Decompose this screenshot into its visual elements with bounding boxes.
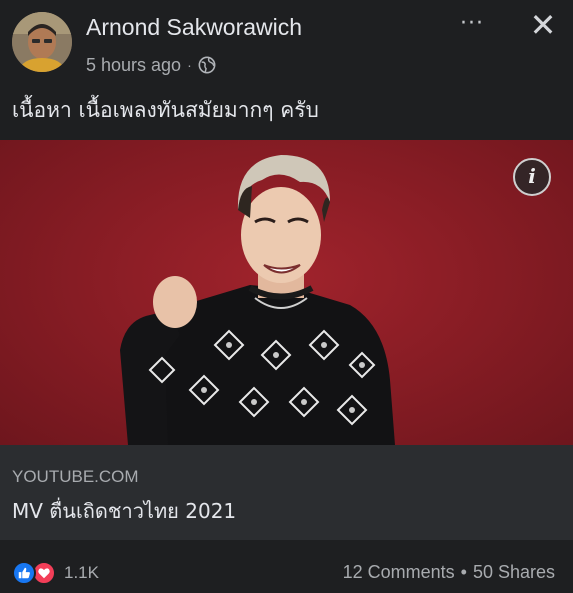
post-header: Arnond Sakworawich 5 hours ago · ··· ✕ xyxy=(0,0,573,90)
link-preview-box[interactable]: YOUTUBE.COM MV ตื่นเถิดชาวไทย 2021 xyxy=(0,445,573,540)
like-icon xyxy=(12,561,36,585)
post-time[interactable]: 5 hours ago xyxy=(86,55,181,76)
more-options-button[interactable]: ··· xyxy=(452,10,492,40)
reaction-count: 1.1K xyxy=(64,563,99,582)
post-footer: 1.1K 12 Comments • 50 Shares xyxy=(0,540,573,593)
avatar-image xyxy=(12,12,72,72)
shares-count[interactable]: 50 Shares xyxy=(473,562,555,582)
stats-separator: • xyxy=(460,562,467,582)
comments-count[interactable]: 12 Comments xyxy=(343,562,455,582)
close-button[interactable]: ✕ xyxy=(523,6,563,46)
link-title[interactable]: MV ตื่นเถิดชาวไทย 2021 xyxy=(12,495,236,527)
post-meta: 5 hours ago · xyxy=(86,52,216,78)
avatar[interactable] xyxy=(12,12,72,72)
preview-photo xyxy=(120,155,395,445)
facebook-post: Arnond Sakworawich 5 hours ago · ··· ✕ เ… xyxy=(0,0,573,593)
meta-separator: · xyxy=(187,57,192,73)
link-preview-image[interactable] xyxy=(0,140,573,445)
globe-icon[interactable] xyxy=(198,56,216,74)
engagement-stats: 12 Comments • 50 Shares xyxy=(343,562,555,583)
reactions-summary[interactable]: 1.1K xyxy=(12,560,99,586)
post-caption: เนื้อหา เนื้อเพลงทันสมัยมากๆ ครับ xyxy=(12,98,319,122)
link-domain: YOUTUBE.COM xyxy=(12,467,139,486)
author-name[interactable]: Arnond Sakworawich xyxy=(86,14,302,41)
info-button[interactable]: i xyxy=(513,158,551,196)
